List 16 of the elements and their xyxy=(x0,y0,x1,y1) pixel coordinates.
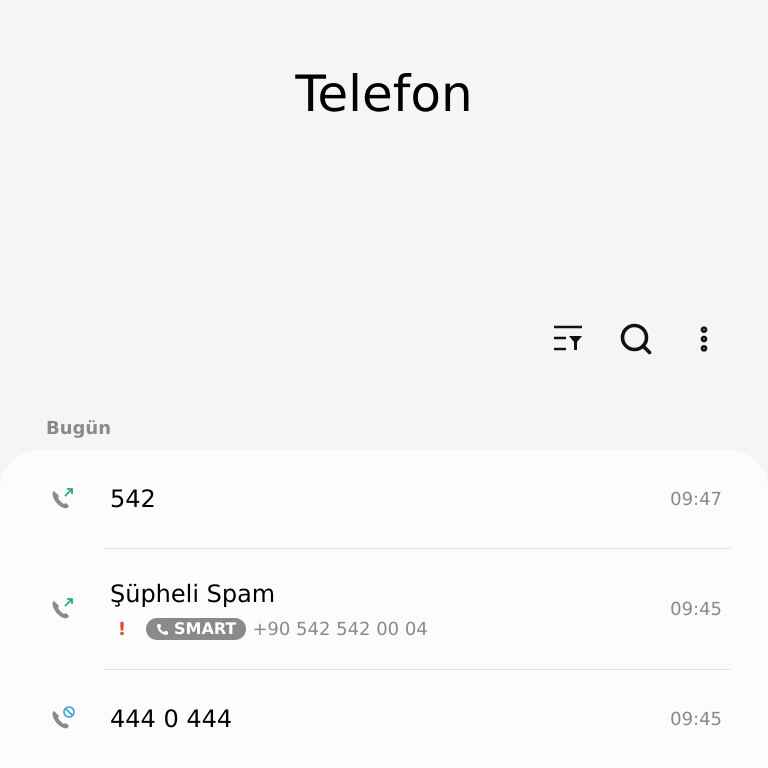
call-log-item[interactable]: Şüpheli Spam ! SMART +90 542 542 00 04 09:45 xyxy=(0,549,768,670)
call-log-item[interactable]: 542 09:47 xyxy=(0,450,768,548)
call-time: 09:45 xyxy=(670,708,722,732)
caller-name: 444 0 444 xyxy=(110,704,234,736)
search-icon[interactable] xyxy=(618,320,654,357)
warning-mark: ! xyxy=(116,618,128,642)
app-title: Telefon xyxy=(295,64,473,125)
call-log-item[interactable]: 444 0 444 09:45 xyxy=(0,670,768,768)
call-time: 09:45 xyxy=(670,598,722,622)
smart-call-badge: SMART xyxy=(146,618,246,640)
section-header: Bugün xyxy=(46,417,112,442)
call-time: 09:47 xyxy=(670,488,722,512)
caller-name: Şüpheli Spam xyxy=(110,578,276,610)
caller-name: 542 xyxy=(110,484,157,516)
phone-icon xyxy=(156,622,169,636)
phone-number: +90 542 542 00 04 xyxy=(252,618,428,642)
